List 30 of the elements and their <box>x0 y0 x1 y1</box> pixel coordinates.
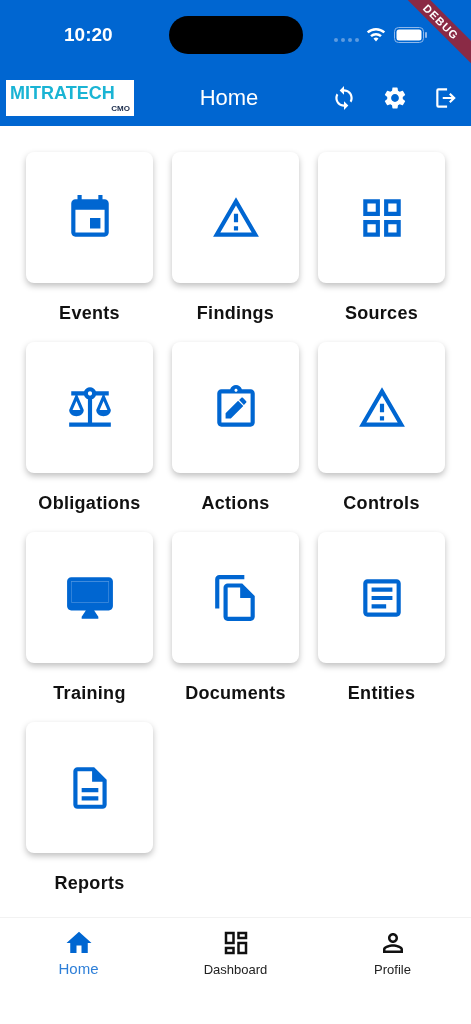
settings-icon[interactable] <box>382 85 408 111</box>
tile-label: Events <box>59 303 120 324</box>
tile-label: Entities <box>347 683 416 704</box>
tile-label: Actions <box>201 493 270 514</box>
tile-label: Controls <box>343 493 420 514</box>
menu-tile[interactable] <box>26 152 153 283</box>
menu-tile[interactable] <box>318 342 445 473</box>
nav-tab[interactable]: Profile <box>314 918 471 980</box>
signal-icon <box>334 38 359 42</box>
logo-subtitle: CMO <box>111 104 130 114</box>
menu-tile[interactable] <box>172 342 299 473</box>
menu-tile[interactable] <box>172 152 299 283</box>
tile-label: Reports <box>54 873 125 894</box>
status-time: 10:20 <box>64 24 114 46</box>
page-title: Home <box>198 85 260 111</box>
tile-label: Obligations <box>38 493 141 514</box>
tile-label: Training <box>53 683 126 704</box>
menu-tile[interactable] <box>26 722 153 853</box>
tile-label: Sources <box>344 303 419 324</box>
menu-tile[interactable] <box>318 152 445 283</box>
tile-label: Documents <box>185 683 286 704</box>
menu-tile[interactable] <box>318 532 445 663</box>
nav-tab[interactable]: Home <box>0 918 157 980</box>
wifi-icon <box>366 26 386 42</box>
menu-tile[interactable] <box>172 532 299 663</box>
logo-text: MITRATECH <box>10 82 115 104</box>
menu-tile[interactable] <box>26 532 153 663</box>
tile-label: Findings <box>196 303 275 324</box>
nav-tab[interactable]: Dashboard <box>157 918 314 980</box>
menu-tile[interactable] <box>26 342 153 473</box>
